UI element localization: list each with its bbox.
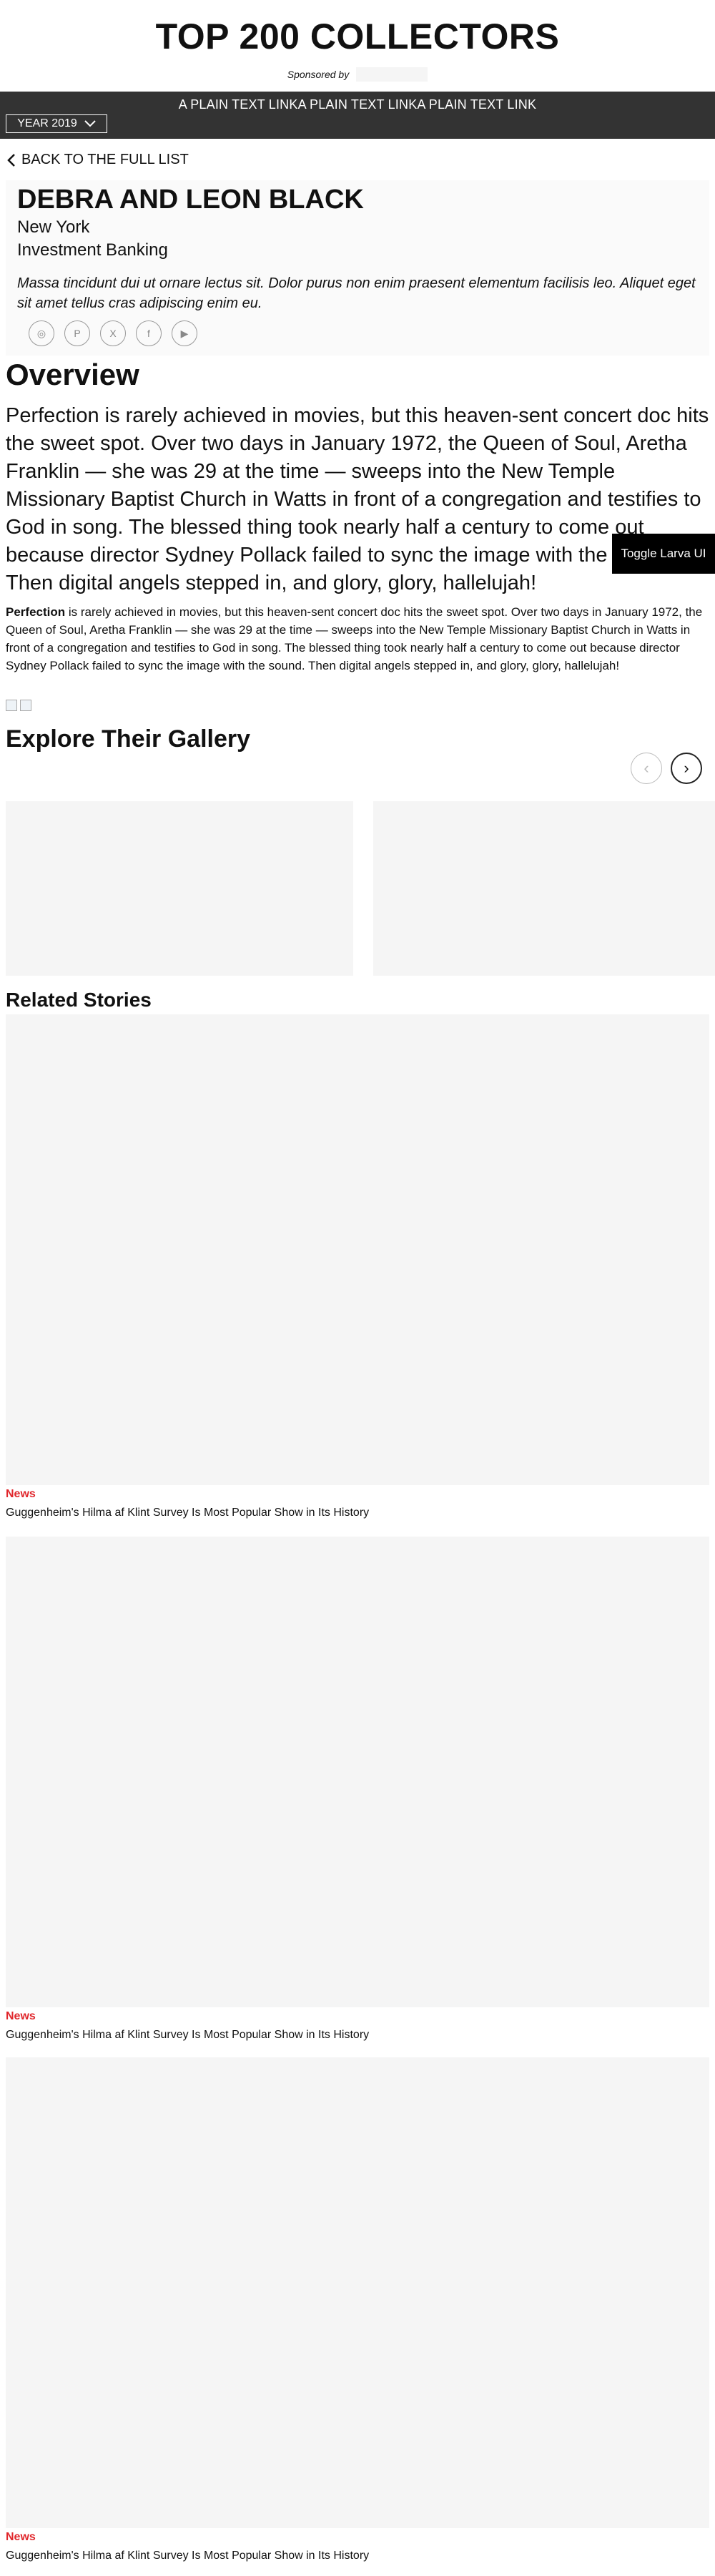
overview-body-text: is rarely achieved in movies, but this h… [6, 605, 703, 672]
gallery-prev-button[interactable]: ‹ [631, 753, 662, 784]
sponsor-logo[interactable] [356, 67, 428, 82]
collector-bio: Massa tincidunt dui ut ornare lectus sit… [17, 275, 696, 311]
collector-location: New York [17, 217, 90, 237]
instagram-icon[interactable]: ◎ [29, 320, 54, 346]
social-links: ◎ P X f ▶ [29, 320, 698, 346]
related-stories-heading: Related Stories [6, 989, 152, 1011]
story-title[interactable]: Guggenheim's Hilma af Klint Survey Is Mo… [6, 1507, 369, 1519]
broken-image-icon [6, 700, 17, 711]
collector-name: DEBRA AND LEON BLACK [17, 185, 364, 215]
story-image[interactable] [6, 1537, 709, 2007]
year-dropdown-label: YEAR 2019 [17, 117, 77, 129]
sponsor-label: Sponsored by [287, 69, 350, 80]
broken-image-icon [20, 700, 31, 711]
chevron-right-icon: › [684, 759, 689, 777]
story-image[interactable] [6, 2057, 709, 2528]
toggle-larva-ui-button[interactable]: Toggle Larva UI [612, 534, 715, 574]
sponsor: Sponsored by [0, 67, 715, 82]
overview-body: Perfection is rarely achieved in movies,… [6, 603, 709, 675]
year-dropdown[interactable]: YEAR 2019 [6, 114, 107, 133]
overview-lead: Perfection is rarely achieved in movies,… [6, 404, 709, 594]
gallery-image[interactable] [373, 801, 715, 976]
x-icon[interactable]: X [100, 320, 126, 346]
facebook-icon[interactable]: f [136, 320, 162, 346]
chevron-left-icon: ‹ [644, 759, 649, 777]
gallery-image[interactable] [6, 801, 353, 976]
pinterest-icon[interactable]: P [64, 320, 90, 346]
story-category[interactable]: News [6, 2010, 36, 2023]
story-title[interactable]: Guggenheim's Hilma af Klint Survey Is Mo… [6, 2029, 369, 2042]
story-image[interactable] [6, 1014, 709, 1485]
chevron-down-icon [84, 120, 96, 127]
collector-industry: Investment Banking [17, 240, 168, 260]
top-navbar: A PLAIN TEXT LINKA PLAIN TEXT LINKA PLAI… [0, 92, 715, 139]
chevron-left-icon [7, 153, 15, 167]
back-to-list-label: BACK TO THE FULL LIST [21, 152, 189, 167]
gallery-next-button[interactable]: › [671, 753, 702, 784]
overview-heading: Overview [6, 358, 139, 391]
broken-images [6, 700, 31, 711]
page-title: TOP 200 COLLECTORS [155, 16, 560, 57]
masthead: TOP 200 COLLECTORS Sponsored by [0, 0, 715, 92]
nav-links[interactable]: A PLAIN TEXT LINKA PLAIN TEXT LINKA PLAI… [0, 92, 715, 112]
story-category[interactable]: News [6, 1488, 36, 1501]
collector-profile: DEBRA AND LEON BLACK New York Investment… [6, 180, 709, 356]
back-to-list-link[interactable]: BACK TO THE FULL LIST [7, 152, 189, 168]
overview-body-bold: Perfection [6, 605, 66, 619]
story-title[interactable]: Guggenheim's Hilma af Klint Survey Is Mo… [6, 2550, 369, 2562]
story-category[interactable]: News [6, 2531, 36, 2544]
gallery-heading: Explore Their Gallery [6, 725, 251, 753]
youtube-icon[interactable]: ▶ [172, 320, 197, 346]
